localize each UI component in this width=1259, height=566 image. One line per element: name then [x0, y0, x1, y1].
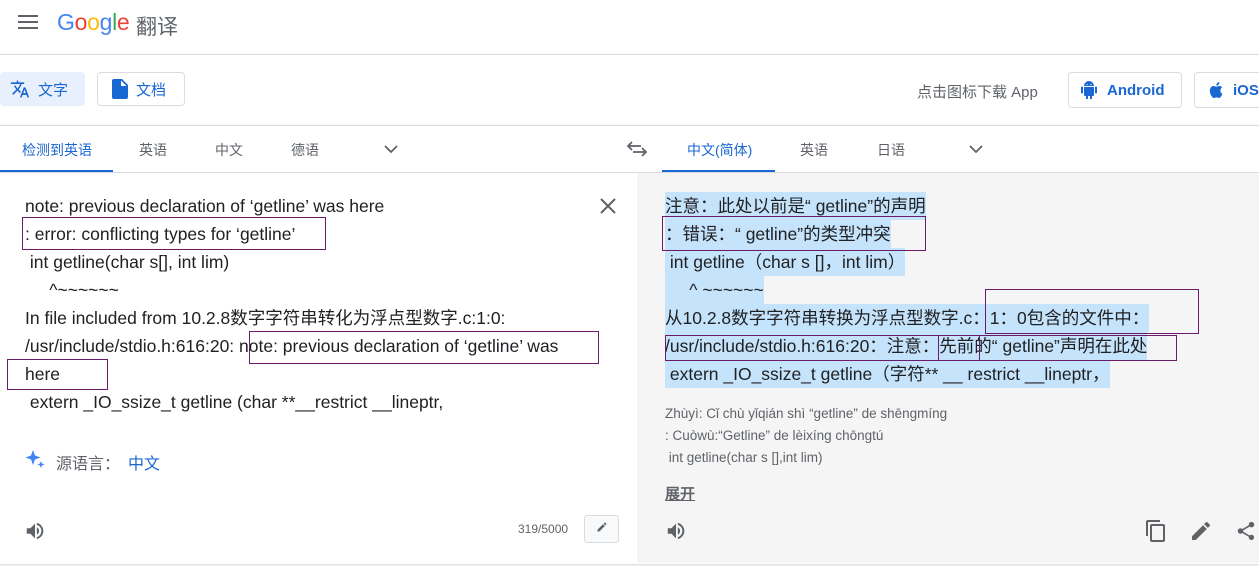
annotation-box: [985, 289, 1199, 334]
source-line: ^~~~~~~: [25, 280, 119, 300]
tab-source-chinese[interactable]: 中文: [215, 140, 243, 160]
top-app-bar: [0, 0, 1259, 55]
ios-label: iOS: [1233, 81, 1259, 99]
source-line: extern _IO_ssize_t getline (char **__res…: [25, 392, 444, 412]
source-divider: [0, 172, 637, 173]
android-icon: [1081, 81, 1097, 99]
expand-link[interactable]: 展开: [665, 483, 695, 504]
annotation-box: [662, 216, 926, 251]
text-mode-button[interactable]: 文字: [0, 72, 85, 106]
android-app-button[interactable]: Android: [1068, 72, 1182, 108]
copy-icon[interactable]: [1144, 519, 1168, 548]
share-icon[interactable]: [1235, 519, 1257, 548]
ios-app-button[interactable]: iOS: [1194, 72, 1259, 108]
documents-mode-label: 文档: [136, 81, 167, 99]
target-line: extern _IO_ssize_t getline（字符** __ restr…: [665, 360, 1110, 388]
document-icon: [112, 79, 128, 99]
romanization-line: int getline(char s [],int lim): [665, 450, 823, 465]
annotation-box: [7, 359, 108, 390]
sparkle-icon: [24, 448, 46, 475]
target-line: int getline（char s []，int lim）: [665, 248, 906, 276]
target-line: ^ ~~~~~~: [665, 276, 764, 304]
app-download-label: 点击图标下载 App: [917, 84, 1038, 101]
romanization-line: Zhùyì: Cǐ chù yǐqián shì “getline” de sh…: [665, 406, 948, 421]
product-name: 翻译: [136, 16, 178, 39]
apple-icon: [1209, 82, 1223, 98]
tab-target-english[interactable]: 英语: [800, 140, 828, 160]
pencil-icon[interactable]: [1189, 519, 1213, 548]
tab-source-german[interactable]: 德语: [291, 140, 319, 160]
close-icon[interactable]: [599, 197, 617, 220]
source-language-link[interactable]: 中文: [128, 450, 160, 474]
pencil-icon: [596, 520, 608, 538]
source-line: In file included from 10.2.8数字字符串转化为浮点型数…: [25, 308, 506, 328]
character-count: 319/5000: [518, 522, 569, 536]
google-logo[interactable]: Google: [57, 9, 130, 36]
annotation-box: [22, 217, 326, 250]
detected-language-suggestion: 源语言： 中文: [24, 448, 160, 475]
translate-icon: [10, 79, 30, 99]
android-label: Android: [1107, 81, 1165, 99]
tab-target-japanese[interactable]: 日语: [877, 140, 905, 160]
speaker-icon[interactable]: [24, 520, 46, 547]
chevron-down-icon[interactable]: [968, 141, 984, 157]
target-divider: [637, 172, 1259, 173]
tab-target-chinese-simplified[interactable]: 中文(简体): [687, 140, 752, 160]
chevron-down-icon[interactable]: [383, 141, 399, 157]
menu-icon[interactable]: [18, 15, 38, 29]
source-language-label: 源语言：: [56, 455, 121, 473]
documents-mode-button[interactable]: 文档: [97, 72, 185, 106]
tab-detect-language[interactable]: 检测到英语: [22, 140, 92, 160]
text-mode-label: 文字: [38, 81, 69, 99]
tab-source-english[interactable]: 英语: [139, 140, 167, 160]
edit-button[interactable]: [584, 515, 619, 543]
swap-icon[interactable]: [626, 140, 648, 163]
annotation-box: [249, 331, 599, 364]
source-line: note: previous declaration of ‘getline’ …: [25, 196, 385, 216]
speaker-icon[interactable]: [665, 520, 687, 547]
romanization-line: : Cuòwù:“Getline” de lèixíng chōngtú: [665, 428, 884, 443]
annotation-box: [665, 335, 1177, 361]
annotation-box: [938, 335, 980, 361]
source-line: int getline(char s[], int lim): [25, 252, 230, 272]
